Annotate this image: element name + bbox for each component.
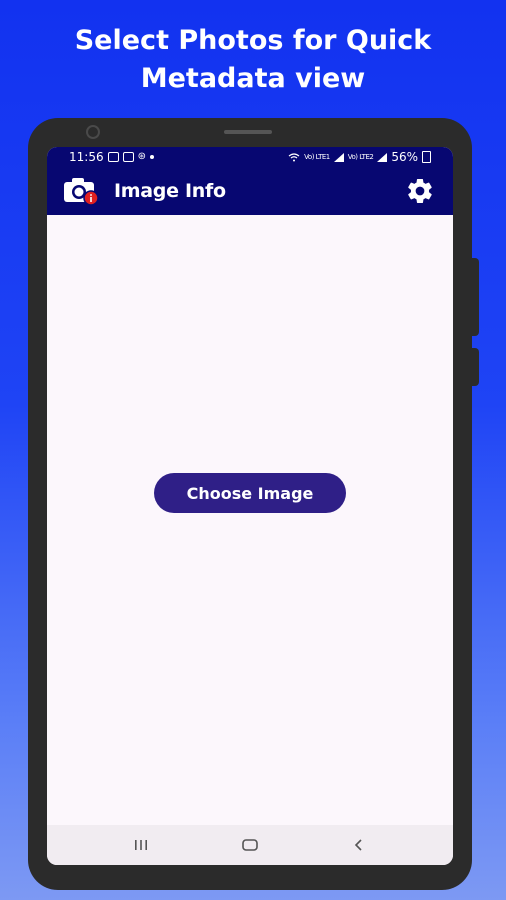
home-icon xyxy=(242,839,258,851)
main-content: Choose Image xyxy=(47,215,453,825)
camera-info-icon xyxy=(64,178,99,206)
sync-notification-icon: ⊛ xyxy=(137,151,146,162)
status-bar: 11:56 ⊛ Vo) LTE1 Vo) LTE2 56% xyxy=(47,147,453,167)
battery-icon xyxy=(422,151,431,163)
network-label-1: Vo) LTE1 xyxy=(304,152,330,161)
recents-button[interactable] xyxy=(126,830,156,860)
app-bar-left: Image Info xyxy=(62,176,226,206)
phone-frame: 11:56 ⊛ Vo) LTE1 Vo) LTE2 56% Image Info… xyxy=(28,118,472,890)
recents-icon xyxy=(135,840,148,850)
more-notifications-icon xyxy=(149,155,154,159)
phone-screen: 11:56 ⊛ Vo) LTE1 Vo) LTE2 56% Image Info… xyxy=(47,147,453,865)
back-button[interactable] xyxy=(344,830,374,860)
app-bar: Image Info xyxy=(47,167,453,215)
status-bar-left: 11:56 ⊛ xyxy=(69,150,154,164)
status-time: 11:56 xyxy=(69,150,104,164)
status-bar-right: Vo) LTE1 Vo) LTE2 56% xyxy=(288,150,431,164)
promo-title-line1: Select Photos for Quick xyxy=(74,25,432,56)
promo-title-line2: Metadata view xyxy=(140,63,366,94)
promo-title: Select Photos for Quick Metadata view xyxy=(0,22,506,98)
app-title: Image Info xyxy=(114,180,226,202)
settings-button[interactable] xyxy=(403,174,437,208)
gear-icon xyxy=(408,178,432,204)
wifi-icon xyxy=(288,152,300,161)
gallery-notification-icon xyxy=(107,152,119,162)
battery-percent: 56% xyxy=(391,150,418,164)
signal-icon xyxy=(333,152,344,162)
signal-icon-2 xyxy=(377,152,388,162)
system-nav-bar xyxy=(47,825,453,865)
choose-image-button[interactable]: Choose Image xyxy=(154,473,346,513)
front-camera-icon xyxy=(86,125,100,139)
phone-speaker xyxy=(224,130,272,134)
home-button[interactable] xyxy=(235,830,265,860)
network-label-2: Vo) LTE2 xyxy=(347,152,374,161)
back-icon xyxy=(354,839,362,851)
mail-notification-icon xyxy=(122,152,134,162)
